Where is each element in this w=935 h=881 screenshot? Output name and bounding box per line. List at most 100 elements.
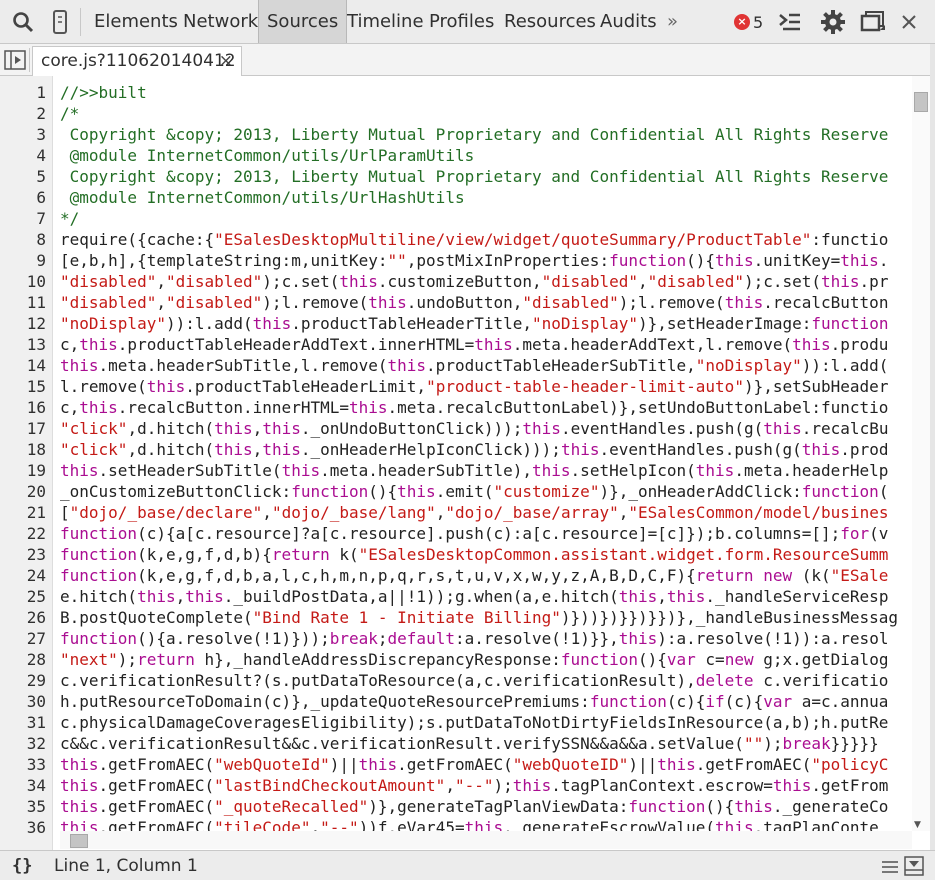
line-number[interactable]: 5	[0, 166, 46, 187]
code-line[interactable]: c&&c.verificationResult&&c.verificationR…	[60, 733, 912, 754]
code-editor[interactable]: 1 2 3 4 5 6 7 8 9 10 11 12 13 14 15 16 17 18 19 20 21 22 23 24 2…	[0, 76, 935, 850]
line-number[interactable]: 14	[0, 355, 46, 376]
code-line[interactable]: //>>built	[60, 82, 912, 103]
line-number[interactable]: 6	[0, 187, 46, 208]
code-line[interactable]: this.getFromAEC("lastBindCheckoutAmount"…	[60, 775, 912, 796]
line-number[interactable]: 21	[0, 502, 46, 523]
code-line[interactable]: c,this.recalcButton.innerHTML=this.meta.…	[60, 397, 912, 418]
code-line[interactable]: "disabled","disabled");c.set(this.custom…	[60, 271, 912, 292]
tab-timeline[interactable]: Timeline	[347, 0, 424, 43]
line-number[interactable]: 33	[0, 754, 46, 775]
line-number[interactable]: 18	[0, 439, 46, 460]
line-number[interactable]: 22	[0, 523, 46, 544]
code-line[interactable]: "click",d.hitch(this,this._onHeaderHelpI…	[60, 439, 912, 460]
line-number[interactable]: 36	[0, 817, 46, 838]
line-number[interactable]: 7	[0, 208, 46, 229]
toggle-debugger-icon[interactable]	[904, 856, 924, 876]
line-number[interactable]: 28	[0, 649, 46, 670]
tab-resources[interactable]: Resources	[504, 0, 596, 43]
tab-profiles[interactable]: Profiles	[429, 0, 494, 43]
line-number[interactable]: 15	[0, 376, 46, 397]
line-number[interactable]: 35	[0, 796, 46, 817]
search-icon[interactable]	[10, 9, 36, 35]
code-line[interactable]: c,this.productTableHeaderAddText.innerHT…	[60, 334, 912, 355]
code-line[interactable]: function(k,e,g,f,d,b,a,l,c,h,m,n,p,q,r,s…	[60, 565, 912, 586]
code-line[interactable]: /*	[60, 103, 912, 124]
line-number[interactable]: 29	[0, 670, 46, 691]
code-line[interactable]: "next");return h},_handleAddressDiscrepa…	[60, 649, 912, 670]
line-number[interactable]: 3	[0, 124, 46, 145]
line-number[interactable]: 2	[0, 103, 46, 124]
code-line[interactable]: this.getFromAEC("webQuoteId")||this.getF…	[60, 754, 912, 775]
vertical-scrollbar[interactable]	[912, 76, 930, 831]
code-line[interactable]: ["dojo/_base/declare","dojo/_base/lang",…	[60, 502, 912, 523]
code-line[interactable]: @module InternetCommon/utils/UrlHashUtil…	[60, 187, 912, 208]
horizontal-scrollbar[interactable]	[60, 831, 912, 849]
code-line[interactable]: Copyright &copy; 2013, Liberty Mutual Pr…	[60, 166, 912, 187]
tab-elements[interactable]: Elements	[94, 0, 178, 43]
code-line[interactable]: Copyright &copy; 2013, Liberty Mutual Pr…	[60, 124, 912, 145]
line-number[interactable]: 31	[0, 712, 46, 733]
line-number[interactable]: 34	[0, 775, 46, 796]
scroll-down-arrow-icon[interactable]: ▼	[914, 820, 921, 830]
line-number[interactable]: 20	[0, 481, 46, 502]
line-number[interactable]: 23	[0, 544, 46, 565]
dock-icon[interactable]	[860, 9, 886, 35]
file-tab-core-js[interactable]: core.js?110620140412 ×	[32, 46, 242, 76]
code-line[interactable]: e.hitch(this,this._buildPostData,a||!1))…	[60, 586, 912, 607]
code-line[interactable]: B.postQuoteComplete("Bind Rate 1 - Initi…	[60, 607, 912, 628]
more-tabs-button[interactable]: »	[667, 0, 678, 43]
vertical-scroll-thumb[interactable]	[914, 92, 928, 112]
error-icon: ×	[734, 14, 750, 30]
line-number[interactable]: 26	[0, 607, 46, 628]
error-counter[interactable]: × 5	[734, 12, 763, 32]
horizontal-scroll-thumb[interactable]	[70, 834, 88, 848]
line-number[interactable]: 25	[0, 586, 46, 607]
code-line[interactable]: c.verificationResult?(s.putDataToResourc…	[60, 670, 912, 691]
tab-network[interactable]: Network	[183, 0, 258, 43]
line-number[interactable]: 11	[0, 292, 46, 313]
line-number[interactable]: 10	[0, 271, 46, 292]
line-number[interactable]: 17	[0, 418, 46, 439]
line-number[interactable]: 32	[0, 733, 46, 754]
code-line[interactable]: "disabled","disabled");l.remove(this.und…	[60, 292, 912, 313]
line-number[interactable]: 12	[0, 313, 46, 334]
pretty-print-icon[interactable]: {}	[12, 856, 32, 876]
code-line[interactable]: [e,b,h],{templateString:m,unitKey:"",pos…	[60, 250, 912, 271]
settings-gear-icon[interactable]	[820, 9, 846, 35]
line-number[interactable]: 19	[0, 460, 46, 481]
tab-audits[interactable]: Audits	[600, 0, 657, 43]
code-line[interactable]: */	[60, 208, 912, 229]
code-line[interactable]: require({cache:{"ESalesDesktopMultiline/…	[60, 229, 912, 250]
code-line[interactable]: "noDisplay")):l.add(this.productTableHea…	[60, 313, 912, 334]
console-drawer-icon[interactable]	[777, 9, 803, 35]
line-number[interactable]: 1	[0, 82, 46, 103]
line-number[interactable]: 9	[0, 250, 46, 271]
line-number[interactable]: 4	[0, 145, 46, 166]
code-line[interactable]: this.meta.headerSubTitle,l.remove(this.p…	[60, 355, 912, 376]
code-line[interactable]: function(c){a[c.resource]?a[c.resource].…	[60, 523, 912, 544]
toggle-navigator-icon[interactable]	[4, 50, 26, 70]
tab-sources[interactable]: Sources	[258, 0, 348, 43]
line-number[interactable]: 8	[0, 229, 46, 250]
code-line[interactable]: c.physicalDamageCoveragesEligibility);s.…	[60, 712, 912, 733]
code-line[interactable]: this.getFromAEC("_quoteRecalled")},gener…	[60, 796, 912, 817]
line-number[interactable]: 16	[0, 397, 46, 418]
file-tab-close-icon[interactable]: ×	[219, 47, 233, 75]
code-line[interactable]: @module InternetCommon/utils/UrlParamUti…	[60, 145, 912, 166]
code-line[interactable]: function(k,e,g,f,d,b){return k("ESalesDe…	[60, 544, 912, 565]
drawer-menu-icon[interactable]	[882, 859, 898, 873]
line-number[interactable]: 13	[0, 334, 46, 355]
line-number[interactable]: 24	[0, 565, 46, 586]
code-line[interactable]: this.setHeaderSubTitle(this.meta.headerS…	[60, 460, 912, 481]
line-number[interactable]: 30	[0, 691, 46, 712]
code-line[interactable]: "click",d.hitch(this,this._onUndoButtonC…	[60, 418, 912, 439]
code-line[interactable]: l.remove(this.productTableHeaderLimit,"p…	[60, 376, 912, 397]
code-line[interactable]: function(){a.resolve(!1)}));break;defaul…	[60, 628, 912, 649]
line-number[interactable]: 27	[0, 628, 46, 649]
code-line[interactable]: _onCustomizeButtonClick:function(){this.…	[60, 481, 912, 502]
code-line[interactable]: h.putResourceToDomain(c)},_updateQuoteRe…	[60, 691, 912, 712]
device-mode-icon[interactable]	[47, 9, 73, 35]
error-count: 5	[753, 12, 764, 32]
close-icon[interactable]	[896, 9, 922, 35]
